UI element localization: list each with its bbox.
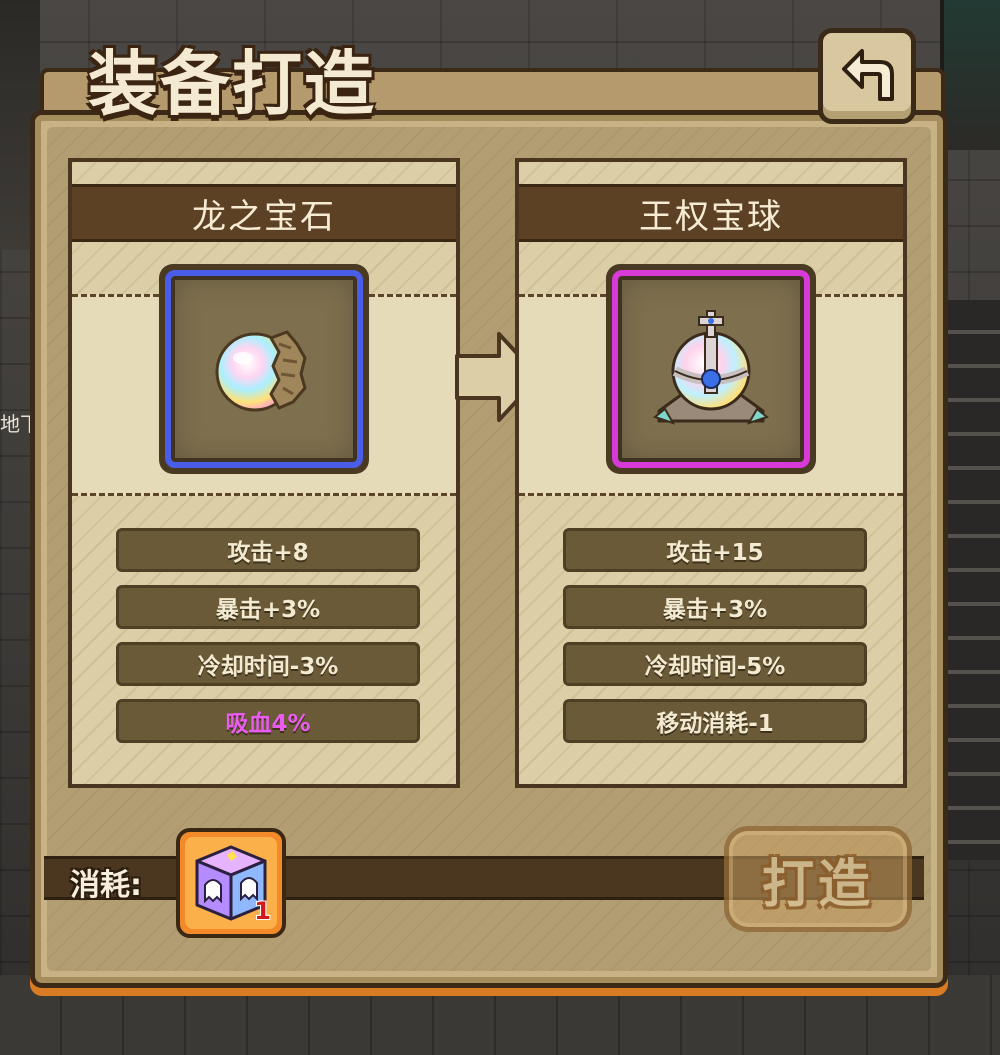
stat-row: 移动消耗-1 (563, 699, 867, 743)
cost-item-frame: 1 (185, 837, 277, 929)
stat-text: 移动消耗-1 (656, 711, 774, 737)
stat-text: 攻击+8 (227, 540, 309, 566)
stat-text: 暴击+3% (662, 597, 768, 623)
result-item-name: 王权宝球 (639, 196, 783, 237)
page-title: 装备打造 (88, 42, 376, 125)
source-item-slot[interactable] (159, 264, 369, 474)
result-item-card: 王权宝球 攻击+15 暴击+3% 冷却时间-5% 移动消耗-1 (515, 158, 907, 788)
return-arrow-icon (842, 49, 894, 101)
stat-row: 吸血4% (116, 699, 420, 743)
stat-row: 攻击+8 (116, 528, 420, 572)
stat-row: 暴击+3% (563, 585, 867, 629)
background-window-right (940, 0, 1000, 150)
cost-item-slot[interactable]: 1 (176, 828, 286, 938)
stat-text: 冷却时间-3% (197, 654, 339, 680)
stat-text: 攻击+15 (666, 540, 764, 566)
source-item-name: 龙之宝石 (192, 196, 336, 237)
cost-item-count: 1 (254, 897, 271, 925)
stat-row: 攻击+15 (563, 528, 867, 572)
back-button[interactable] (818, 28, 916, 124)
royal-orb-icon (652, 310, 770, 425)
source-item-header: 龙之宝石 (72, 184, 456, 242)
forge-button-label: 打造 (761, 853, 874, 915)
source-item-icon-frame (165, 270, 363, 468)
result-item-slot[interactable] (606, 264, 816, 474)
stat-row: 冷却时间-3% (116, 642, 420, 686)
forge-button[interactable]: 打造 (724, 826, 912, 932)
source-stat-list: 攻击+8 暴击+3% 冷却时间-3% 吸血4% (116, 528, 420, 756)
stat-row: 暴击+3% (116, 585, 420, 629)
stat-text: 暴击+3% (215, 597, 321, 623)
rainbow-dragon-gem-icon (215, 330, 307, 412)
stat-text: 冷却时间-5% (644, 654, 786, 680)
source-item-card: 龙之宝石 攻击+8 暴击+3% 冷却时间-3% 吸血4% (68, 158, 460, 788)
result-stat-list: 攻击+15 暴击+3% 冷却时间-5% 移动消耗-1 (563, 528, 867, 756)
stat-row: 冷却时间-5% (563, 642, 867, 686)
stat-text-special: 吸血4% (225, 711, 311, 737)
result-item-icon-frame (612, 270, 810, 468)
result-item-header: 王权宝球 (519, 184, 903, 242)
cost-label: 消耗: (70, 868, 142, 903)
